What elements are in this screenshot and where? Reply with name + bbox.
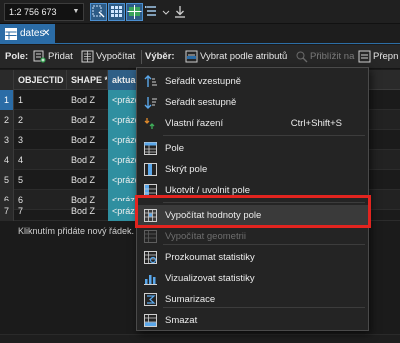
custom-sort-icon bbox=[143, 116, 158, 131]
tab-label: dates bbox=[20, 28, 45, 39]
row-number[interactable]: 7 bbox=[0, 201, 14, 221]
cell-objectid[interactable]: 3 bbox=[14, 130, 67, 150]
fields-label: Pole: bbox=[5, 51, 29, 62]
menu-item-label: Seřadit vzestupně bbox=[165, 76, 242, 87]
layer-list-icon[interactable] bbox=[144, 3, 161, 21]
menu-item-label: Pole bbox=[165, 143, 185, 154]
menu-item-label: Prozkoumat statistiky bbox=[165, 252, 255, 263]
tab-dates[interactable]: dates ✕ bbox=[0, 24, 55, 44]
calculate-button[interactable]: Vypočítat bbox=[96, 45, 135, 69]
top-toolbar: 1:2 756 673 ▼ bbox=[0, 0, 400, 24]
menu-item-hide-field[interactable]: Skrýt pole bbox=[137, 159, 368, 180]
cell-aktual[interactable]: <prázd bbox=[108, 110, 138, 130]
row-number[interactable]: 2 bbox=[0, 110, 14, 130]
grid-icon[interactable] bbox=[108, 3, 125, 21]
switch-selection-button[interactable]: Přepn bbox=[373, 45, 398, 69]
sort-descending-icon bbox=[143, 95, 158, 110]
cell-aktual[interactable]: <prázd bbox=[108, 150, 138, 170]
menu-item-sort-ascending[interactable]: Seřadit vzestupně bbox=[137, 71, 368, 92]
menu-item-visualize-statistics[interactable]: Vizualizovat statistiky bbox=[137, 268, 368, 289]
select-by-rectangle-icon[interactable] bbox=[90, 3, 107, 21]
cell-shape[interactable]: Bod Z bbox=[67, 201, 108, 221]
cell-objectid[interactable]: 1 bbox=[14, 90, 67, 110]
explore-statistics-icon bbox=[143, 250, 158, 265]
tab-strip bbox=[0, 24, 400, 44]
menu-item-sort-descending[interactable]: Seřadit sestupně bbox=[137, 92, 368, 113]
cell-objectid[interactable]: 2 bbox=[14, 110, 67, 130]
cell-shape[interactable]: Bod Z bbox=[67, 110, 108, 130]
fields-icon bbox=[143, 141, 158, 156]
calculate-icon[interactable] bbox=[81, 50, 94, 63]
sort-ascending-icon bbox=[143, 74, 158, 89]
toolbar-divider bbox=[141, 50, 142, 64]
visualize-statistics-icon bbox=[143, 271, 158, 286]
calculate-geometry-icon bbox=[143, 229, 158, 244]
select-by-attributes-icon[interactable] bbox=[185, 50, 198, 63]
menu-item-custom-sort[interactable]: Vlastní řazení Ctrl+Shift+S bbox=[137, 113, 368, 134]
row-number[interactable]: 3 bbox=[0, 130, 14, 150]
cell-aktual[interactable]: <prázd bbox=[108, 130, 138, 150]
menu-item-explore-statistics[interactable]: Prozkoumat statistiky bbox=[137, 247, 368, 268]
table-icon bbox=[5, 28, 17, 40]
delete-icon bbox=[143, 313, 158, 328]
cell-aktual[interactable]: <prázd bbox=[108, 90, 138, 110]
add-field-icon[interactable] bbox=[33, 50, 46, 63]
table-corner[interactable] bbox=[0, 70, 14, 90]
cell-aktual[interactable]: <prázd bbox=[108, 170, 138, 190]
menu-item-label: Vlastní řazení bbox=[165, 118, 224, 129]
layer-dropdown-icon[interactable] bbox=[161, 3, 171, 21]
highlight-box bbox=[135, 195, 371, 228]
horizontal-scrollbar[interactable] bbox=[0, 334, 400, 343]
menu-item-label: Vizualizovat statistiky bbox=[165, 273, 255, 284]
row-number[interactable]: 4 bbox=[0, 150, 14, 170]
close-icon[interactable]: ✕ bbox=[42, 24, 50, 44]
cell-shape[interactable]: Bod Z bbox=[67, 90, 108, 110]
cell-shape[interactable]: Bod Z bbox=[67, 170, 108, 190]
summarize-icon bbox=[143, 292, 158, 307]
map-crosshair-icon[interactable] bbox=[126, 3, 143, 21]
column-header-aktual[interactable]: aktual bbox=[108, 70, 138, 90]
menu-separator bbox=[163, 307, 365, 308]
menu-item-fields[interactable]: Pole bbox=[137, 138, 368, 159]
column-header-shape[interactable]: SHAPE * bbox=[67, 70, 108, 90]
row-number[interactable]: 1 bbox=[0, 90, 14, 110]
menu-item-delete[interactable]: Smazat bbox=[137, 310, 368, 331]
menu-item-label: Smazat bbox=[165, 315, 198, 326]
cell-aktual[interactable]: <prázd bbox=[108, 201, 138, 221]
menu-separator bbox=[163, 244, 365, 245]
column-header-objectid[interactable]: OBJECTID * bbox=[14, 70, 67, 90]
scale-dropdown-icon[interactable]: ▼ bbox=[70, 5, 82, 19]
menu-item-label: Skrýt pole bbox=[165, 164, 208, 175]
cell-shape[interactable]: Bod Z bbox=[67, 150, 108, 170]
cell-objectid[interactable]: 7 bbox=[14, 201, 67, 221]
hide-field-icon bbox=[143, 162, 158, 177]
menu-item-label: Seřadit sestupně bbox=[165, 97, 237, 108]
cell-shape[interactable]: Bod Z bbox=[67, 130, 108, 150]
select-by-attributes-button[interactable]: Vybrat podle atributů bbox=[200, 45, 287, 69]
download-icon[interactable] bbox=[173, 3, 187, 21]
add-field-button[interactable]: Přidat bbox=[48, 45, 73, 69]
cell-objectid[interactable]: 4 bbox=[14, 150, 67, 170]
menu-item-shortcut: Ctrl+Shift+S bbox=[290, 118, 342, 129]
selection-label: Výběr: bbox=[145, 51, 175, 62]
cell-objectid[interactable]: 5 bbox=[14, 170, 67, 190]
row-number[interactable]: 5 bbox=[0, 170, 14, 190]
zoom-to-icon bbox=[295, 50, 308, 63]
switch-selection-icon[interactable] bbox=[358, 50, 371, 63]
zoom-to-button: Přiblížit na bbox=[310, 51, 355, 62]
menu-separator bbox=[163, 135, 365, 136]
